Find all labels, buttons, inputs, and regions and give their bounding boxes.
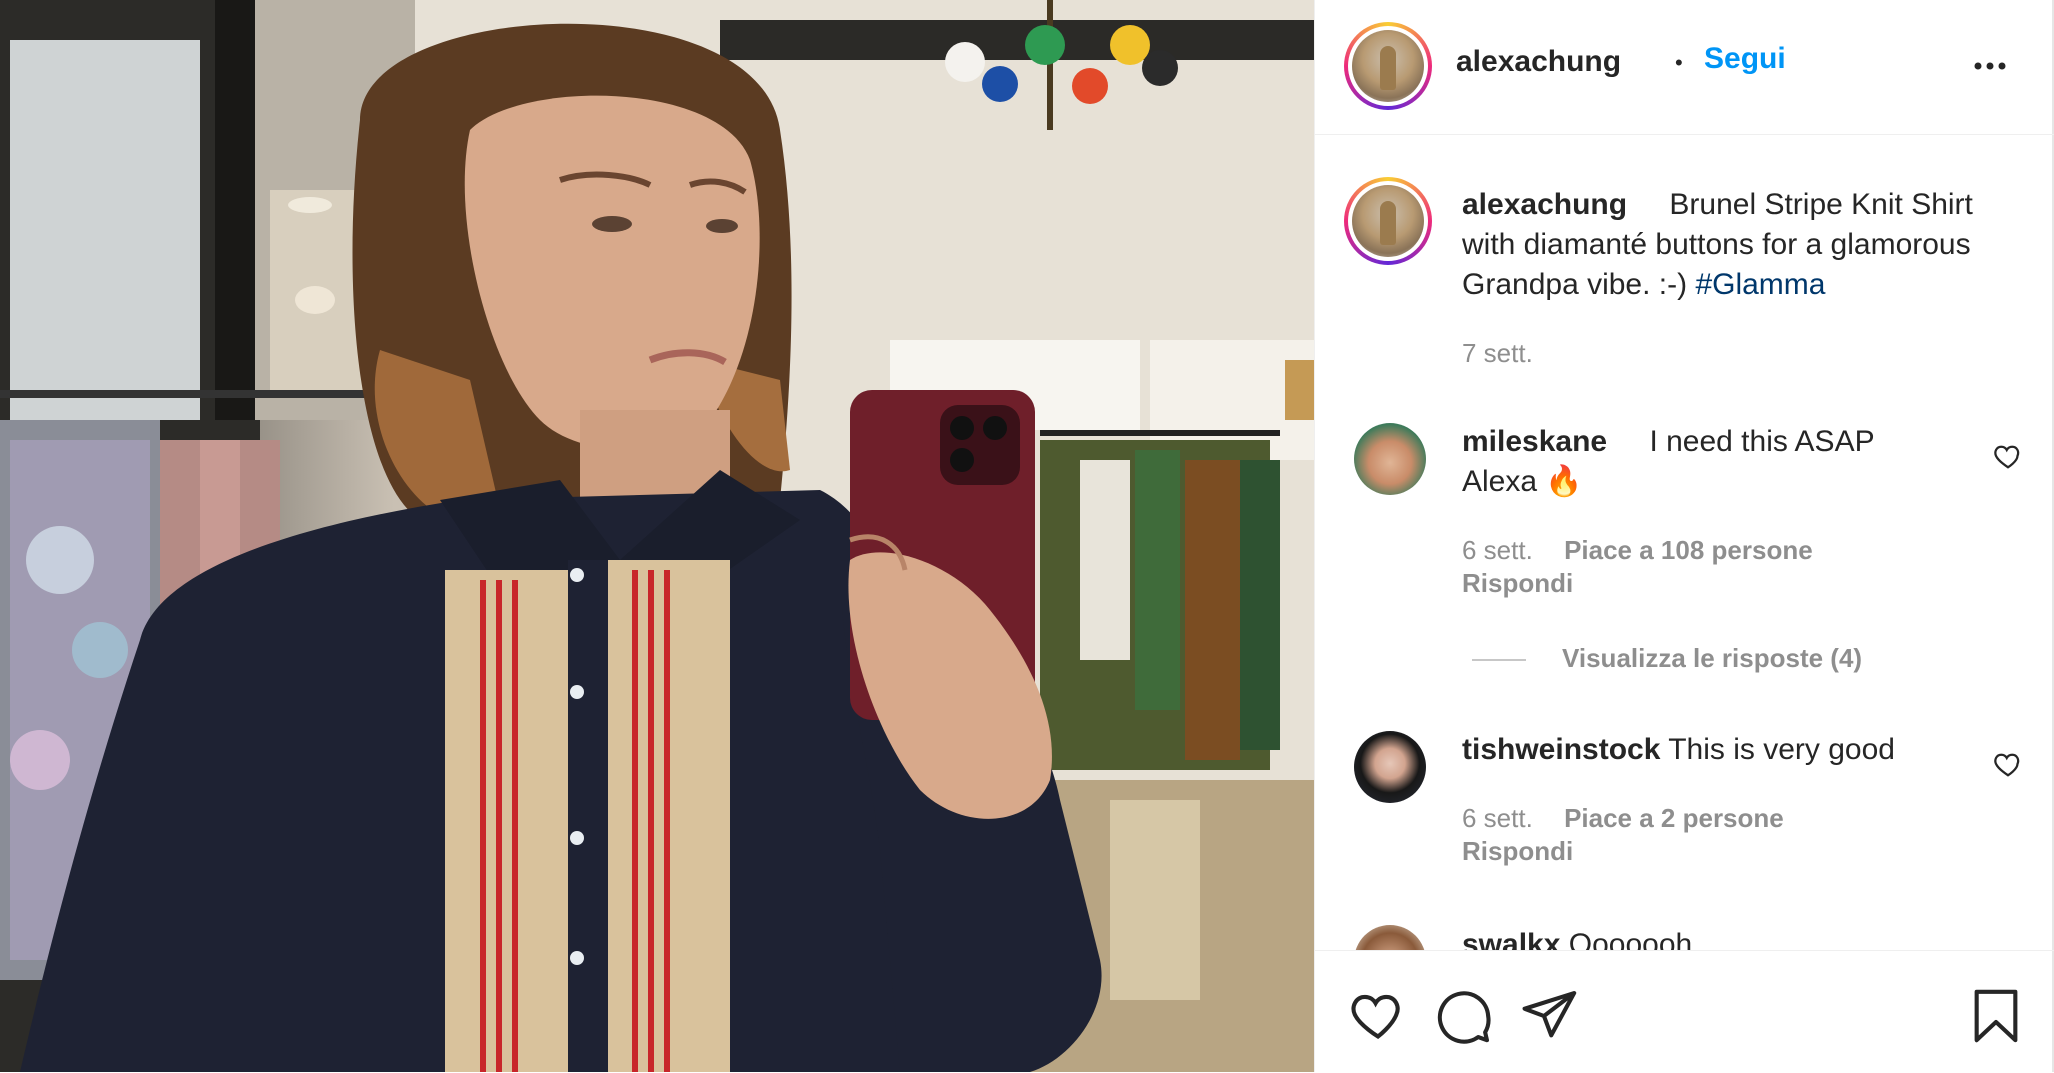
share-icon[interactable] — [1521, 987, 1579, 1045]
caption-text: alexachung Brunel Stripe Knit Shirt with… — [1462, 185, 2022, 305]
comment-avatar[interactable] — [1354, 731, 1426, 803]
reply-button[interactable]: Rispondi — [1462, 568, 1573, 599]
replies-line — [1472, 659, 1526, 662]
photo-illustration — [0, 0, 1314, 1072]
heart-icon[interactable] — [1349, 987, 1407, 1045]
comment-text: mileskane I need this ASAP Alexa 🔥 — [1462, 422, 2022, 502]
bookmark-icon[interactable] — [1967, 987, 2025, 1045]
comment-likes[interactable]: Piace a 108 persone — [1564, 535, 1813, 565]
comment-avatar[interactable] — [1354, 423, 1426, 495]
comment-line1: I need this ASAP — [1649, 425, 1875, 458]
comment-line1: This is very good — [1668, 733, 1895, 766]
caption-hashtag[interactable]: #Glamma — [1695, 268, 1825, 301]
comment-time[interactable]: 6 sett. — [1462, 535, 1533, 565]
like-comment-icon[interactable] — [1993, 441, 2023, 471]
comment-line2: Alexa 🔥 — [1462, 465, 1583, 498]
comment-text: tishweinstock This is very good — [1462, 730, 2022, 770]
separator-dot: • — [1675, 50, 1683, 75]
view-replies-label: Visualizza le risposte (4) — [1562, 643, 1863, 673]
author-avatar[interactable] — [1344, 22, 1432, 110]
comment-username[interactable]: mileskane — [1462, 425, 1607, 458]
caption-line2: with diamanté buttons for a glamorous — [1462, 228, 1971, 261]
comment-username[interactable]: tishweinstock — [1462, 733, 1660, 766]
comment-text: swalkx Ooooooh — [1462, 925, 2022, 950]
comment-avatar[interactable] — [1354, 925, 1426, 950]
comment-meta: 6 sett. Piace a 2 persone — [1462, 803, 1784, 834]
caption-avatar[interactable] — [1344, 177, 1432, 265]
comments-list[interactable]: alexachung Brunel Stripe Knit Shirt with… — [1315, 135, 2054, 950]
comment-line1: Ooooooh — [1568, 928, 1693, 950]
comment-icon[interactable] — [1435, 987, 1493, 1045]
follow-button[interactable]: Segui — [1704, 42, 1786, 76]
caption-username[interactable]: alexachung — [1462, 188, 1627, 221]
comment-meta: 6 sett. Piace a 108 persone — [1462, 535, 1813, 566]
comment-time[interactable]: 6 sett. — [1462, 803, 1533, 833]
post-photo — [0, 0, 1314, 1072]
more-horizontal-icon[interactable] — [1970, 46, 2010, 86]
view-replies-button[interactable]: Visualizza le risposte (4) — [1472, 643, 1862, 674]
author-username[interactable]: alexachung — [1456, 45, 1621, 79]
action-bar — [1315, 950, 2054, 1073]
caption-line3: Grandpa vibe. :-) — [1462, 268, 1696, 301]
reply-button[interactable]: Rispondi — [1462, 836, 1573, 867]
caption-line1: Brunel Stripe Knit Shirt — [1669, 188, 1973, 221]
caption-time[interactable]: 7 sett. — [1462, 338, 1533, 369]
post-sidebar: alexachung • Segui alexachung Brunel Str… — [1314, 0, 2054, 1072]
comment-username[interactable]: swalkx — [1462, 928, 1560, 950]
comment-likes[interactable]: Piace a 2 persone — [1564, 803, 1784, 833]
like-comment-icon[interactable] — [1993, 749, 2023, 779]
post-header: alexachung • Segui — [1315, 0, 2054, 135]
